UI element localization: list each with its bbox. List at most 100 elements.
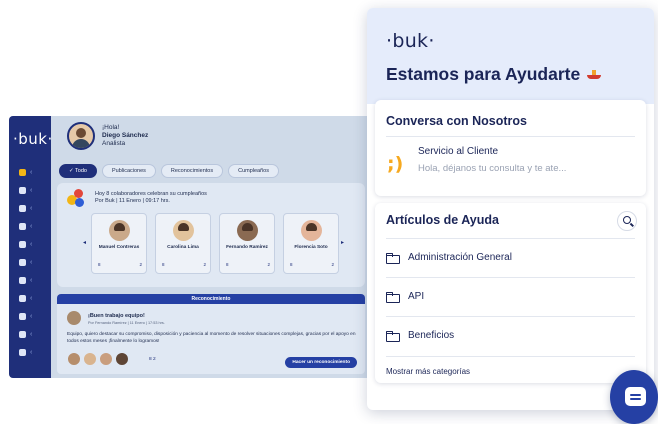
chevron-icon: ‹ — [30, 186, 33, 194]
carousel-prev-icon[interactable]: ◂ — [83, 239, 86, 246]
sidebar-item[interactable]: ‹ — [19, 166, 45, 178]
comments-count: 2 — [203, 262, 206, 267]
chevron-icon: ‹ — [30, 294, 33, 302]
panel-title: Estamos para Ayudarte — [386, 64, 581, 84]
likes-count: 8 — [226, 262, 229, 267]
trophy-icon — [19, 312, 26, 320]
recognition-title: ¡Buen trabajo equipo! — [88, 313, 145, 319]
user-role: Analista — [102, 140, 126, 147]
recognition-meta: Por Fernando Ramírez | 11 Enero | 17:53 … — [88, 321, 165, 325]
birthday-card[interactable]: Florencia Soto 8 2 — [283, 213, 339, 274]
sidebar-item[interactable]: ‹ — [19, 202, 45, 214]
list-icon — [19, 348, 26, 356]
document-icon — [19, 168, 26, 176]
chevron-icon: ‹ — [30, 222, 33, 230]
help-card-title: Artículos de Ayuda — [386, 213, 499, 227]
article-category[interactable]: API — [386, 277, 635, 316]
chevron-icon: ‹ — [30, 204, 33, 212]
person-name: Carolina Lima — [167, 245, 199, 250]
birthday-card[interactable]: Manuel Contreras 8 2 — [91, 213, 147, 274]
sidebar-item[interactable]: ‹ — [19, 346, 45, 358]
recognition-body: Equipo, quiero destacar su compromiso, d… — [67, 332, 356, 344]
sidebar-item[interactable]: ‹ — [19, 256, 45, 268]
tab-cumpleanos[interactable]: Cumpleaños — [228, 164, 279, 178]
profile-header: ¡Hola! Diego Sánchez Analista — [67, 122, 148, 150]
birthday-card[interactable]: Fernando Ramírez 8 2 — [219, 213, 275, 274]
help-widget-panel: ·buk· Estamos para Ayudarte Conversa con… — [367, 8, 654, 410]
sidebar-item[interactable]: ‹ — [19, 184, 45, 196]
boat-icon — [587, 70, 602, 79]
avatar — [99, 352, 113, 366]
comments-count: 2 — [139, 262, 142, 267]
smile-icon: ;) — [387, 153, 404, 175]
category-label: Beneficios — [408, 330, 455, 341]
search-button[interactable] — [617, 211, 637, 231]
panel-logo: ·buk· — [386, 30, 435, 52]
make-recognition-button[interactable]: Hacer un reconocimiento — [285, 357, 357, 368]
likes-count: 8 — [162, 262, 165, 267]
app-sidebar: ·buk· ‹ ‹ ‹ ‹ ‹ ‹ ‹ ‹ ‹ ‹ ‹ — [9, 116, 53, 378]
avatar — [237, 220, 258, 241]
trend-icon — [19, 240, 26, 248]
birthday-card[interactable]: Carolina Lima 8 2 — [155, 213, 211, 274]
sidebar-item[interactable]: ‹ — [19, 238, 45, 250]
balloons-icon — [67, 189, 85, 207]
divider — [386, 136, 635, 137]
divider — [386, 356, 635, 357]
sidebar-item[interactable]: ‹ — [19, 274, 45, 286]
birthday-headline: Hoy 8 colaboradores celebran su cumpleañ… — [95, 191, 207, 197]
article-category[interactable]: Administración General — [386, 238, 635, 277]
person-name: Florencia Soto — [294, 245, 328, 250]
likes-count: 8 — [290, 262, 293, 267]
recognition-post: Reconocimiento ¡Buen trabajo equipo! Por… — [57, 294, 365, 374]
carousel-next-icon[interactable]: ▸ — [341, 239, 344, 246]
reaction-counts: 8 2 — [149, 357, 156, 362]
avatar — [67, 311, 81, 325]
birthday-meta: Por Buk | 11 Enero | 09:17 hrs. — [95, 198, 170, 204]
tab-todo[interactable]: ✓ Todo — [59, 164, 97, 178]
chevron-icon: ‹ — [30, 276, 33, 284]
category-label: API — [408, 291, 425, 302]
folder-icon — [386, 253, 400, 264]
recognized-avatars — [67, 352, 129, 366]
show-more-categories-link[interactable]: Mostrar más categorías — [386, 367, 470, 376]
person-name: Fernando Ramírez — [226, 245, 268, 250]
hierarchy-icon — [19, 276, 26, 284]
sidebar-item[interactable]: ‹ — [19, 292, 45, 304]
avatar — [109, 220, 130, 241]
person-name: Manuel Contreras — [98, 245, 140, 250]
people-icon — [19, 222, 26, 230]
folder-icon — [386, 331, 400, 342]
user-name: Diego Sánchez — [102, 132, 149, 139]
chat-launcher-button[interactable] — [610, 370, 658, 424]
likes-count: 8 — [98, 262, 101, 267]
avatar — [115, 352, 129, 366]
sidebar-item[interactable]: ‹ — [19, 220, 45, 232]
app-logo: ·buk· — [13, 130, 53, 148]
chat-bubble-icon — [625, 387, 646, 406]
comments-count: 2 — [267, 262, 270, 267]
feed-tabs: ✓ Todo Publicaciones Reconocimientos Cum… — [59, 164, 279, 178]
sidebar-item[interactable]: ‹ — [19, 310, 45, 322]
clock-icon — [19, 258, 26, 266]
avatar — [83, 352, 97, 366]
chat-card: Conversa con Nosotros ;) Servicio al Cli… — [375, 100, 646, 196]
background-app-preview: ·buk· ‹ ‹ ‹ ‹ ‹ ‹ ‹ ‹ ‹ ‹ ‹ ¡Hola! Diego… — [9, 116, 373, 378]
chevron-icon: ‹ — [30, 240, 33, 248]
recognition-bar: Reconocimiento — [57, 294, 365, 304]
graduation-icon — [19, 204, 26, 212]
tab-publicaciones[interactable]: Publicaciones — [101, 164, 156, 178]
tab-reconocimientos[interactable]: Reconocimientos — [160, 164, 224, 178]
sidebar-item[interactable]: ‹ — [19, 328, 45, 340]
chevron-icon: ‹ — [30, 168, 33, 176]
service-subtitle: Hola, déjanos tu consulta y te ate... — [418, 163, 567, 174]
article-category[interactable]: Beneficios — [386, 316, 635, 355]
calendar-icon — [19, 294, 26, 302]
tag-icon — [19, 186, 26, 194]
avatar — [67, 352, 81, 366]
birthday-post: Hoy 8 colaboradores celebran su cumpleañ… — [57, 183, 365, 287]
avatar — [301, 220, 322, 241]
chevron-icon: ‹ — [30, 330, 33, 338]
category-label: Administración General — [408, 252, 512, 263]
panel-header: ·buk· Estamos para Ayudarte — [367, 8, 654, 104]
